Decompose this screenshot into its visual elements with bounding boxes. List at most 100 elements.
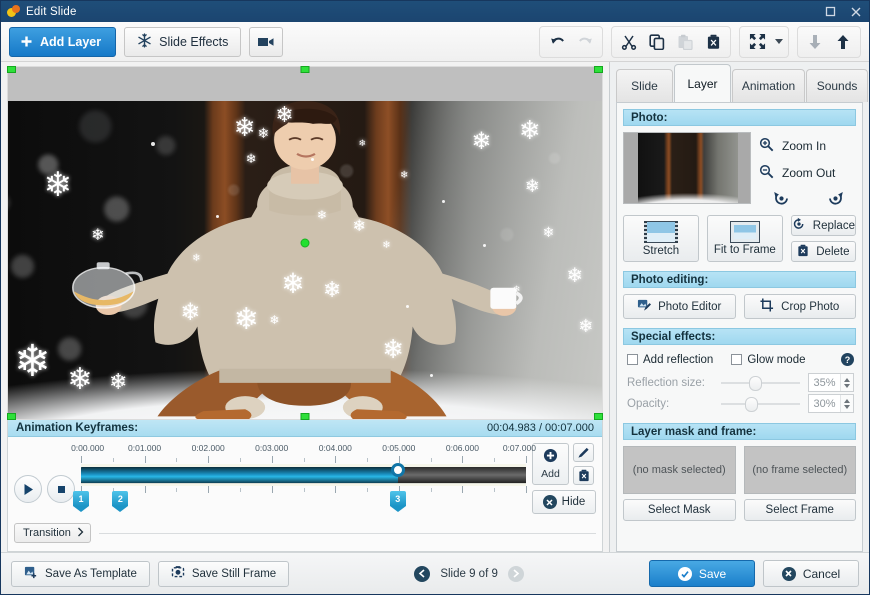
- chevron-right-icon: [77, 527, 84, 540]
- fit-dropdown-button[interactable]: [771, 28, 785, 56]
- add-reflection-checkbox[interactable]: [627, 354, 638, 365]
- selection-handle-br[interactable]: [594, 413, 603, 420]
- photo-editor-icon: [637, 298, 652, 315]
- keyframe-marker[interactable]: 2: [112, 491, 129, 512]
- move-down-button[interactable]: [801, 28, 829, 56]
- glow-mode-checkbox[interactable]: [731, 354, 743, 365]
- save-as-template-button[interactable]: Save As Template: [11, 560, 150, 587]
- selection-handle-tl[interactable]: [7, 66, 16, 73]
- save-button[interactable]: Save: [649, 560, 755, 587]
- keyframes-timeline-area: 0:00.000 0:01.000 0:02.000 0:03.000 0:04.000…: [14, 443, 536, 517]
- tab-layer[interactable]: Layer: [674, 64, 731, 102]
- transition-label: Transition: [23, 527, 71, 539]
- edit-keyframe-button[interactable]: [573, 443, 594, 462]
- slide-preview-canvas[interactable]: ❄ ❄ ❄ ❄ ❄ ❄ ❄ ❄ ❄ ❄ ❄ ❄ ❄ ❄ ❄ ❄ ❄ ❄ ❄ ❄ …: [7, 66, 603, 420]
- opacity-row: Opacity: 30%: [623, 393, 856, 414]
- spinner-arrows[interactable]: [840, 395, 853, 412]
- add-keyframe-button[interactable]: Add: [532, 443, 569, 485]
- pencil-icon: [578, 447, 589, 458]
- photo-editor-button[interactable]: Photo Editor: [623, 294, 736, 319]
- tab-sounds[interactable]: Sounds: [806, 69, 868, 102]
- delete-button[interactable]: [699, 28, 727, 56]
- add-layer-button[interactable]: Add Layer: [9, 26, 117, 57]
- selection-handle-bl[interactable]: [7, 413, 16, 420]
- close-icon[interactable]: [843, 1, 869, 22]
- keyframe-timeline[interactable]: 0:00.000 0:01.000 0:02.000 0:03.000 0:04.000…: [71, 443, 536, 517]
- timeline-track[interactable]: [81, 464, 526, 486]
- next-slide-button[interactable]: [507, 565, 524, 582]
- no-frame-label: (no frame selected): [752, 464, 848, 476]
- ruler-label: 0:00.000: [71, 443, 105, 453]
- save-still-frame-button[interactable]: Save Still Frame: [157, 560, 290, 587]
- cut-button[interactable]: [615, 28, 643, 56]
- crop-photo-button[interactable]: Crop Photo: [743, 294, 856, 319]
- stretch-button[interactable]: Stretch: [623, 215, 699, 262]
- redo-button[interactable]: [571, 28, 599, 56]
- zoom-in-button[interactable]: Zoom In: [759, 132, 856, 159]
- undo-button[interactable]: [543, 28, 571, 56]
- transport-controls: [14, 443, 75, 517]
- paste-button[interactable]: [671, 28, 699, 56]
- rotate-left-button[interactable]: [771, 188, 791, 208]
- fit-to-screen-button[interactable]: [743, 28, 771, 56]
- video-button[interactable]: [249, 26, 284, 57]
- mask-preview[interactable]: (no mask selected): [623, 446, 736, 494]
- zoom-controls: Zoom In Zoom Out: [759, 132, 856, 208]
- play-icon: [24, 483, 33, 495]
- save-as-template-label: Save As Template: [45, 567, 137, 580]
- tab-animation[interactable]: Animation: [732, 69, 806, 102]
- mask-column: (no mask selected) Select Mask: [623, 446, 736, 521]
- keyframe-marker-label: 2: [112, 491, 129, 506]
- window-body: ❄ ❄ ❄ ❄ ❄ ❄ ❄ ❄ ❄ ❄ ❄ ❄ ❄ ❄ ❄ ❄ ❄ ❄ ❄ ❄ …: [1, 62, 869, 552]
- reflection-size-spinner[interactable]: 35%: [808, 373, 854, 392]
- cancel-button[interactable]: Cancel: [763, 560, 859, 587]
- select-frame-button[interactable]: Select Frame: [743, 499, 856, 521]
- frame-preview[interactable]: (no frame selected): [743, 446, 856, 494]
- rotate-controls: [759, 188, 856, 208]
- layer-center-point[interactable]: [300, 238, 310, 248]
- opacity-spinner[interactable]: 30%: [808, 394, 854, 413]
- hide-layer-button[interactable]: Hide: [532, 490, 596, 514]
- trash-icon: [797, 244, 809, 260]
- previous-slide-button[interactable]: [414, 565, 431, 582]
- timeline-playhead[interactable]: [390, 463, 405, 477]
- rotate-right-button[interactable]: [825, 188, 845, 208]
- add-layer-label: Add Layer: [40, 34, 102, 49]
- zoom-out-button[interactable]: Zoom Out: [759, 159, 856, 186]
- photo-thumbnail[interactable]: [623, 132, 751, 204]
- delete-photo-button[interactable]: Delete: [790, 241, 856, 262]
- select-mask-button[interactable]: Select Mask: [623, 499, 736, 521]
- slide-effects-button[interactable]: Slide Effects: [124, 26, 242, 57]
- save-still-frame-label: Save Still Frame: [191, 567, 277, 580]
- replace-button[interactable]: Replace: [790, 215, 856, 236]
- move-up-button[interactable]: [829, 28, 857, 56]
- close-circle-icon: [781, 566, 796, 581]
- delete-keyframe-button[interactable]: [573, 466, 594, 485]
- keyframe-marker[interactable]: 1: [73, 491, 89, 512]
- rotate-right-icon: [828, 191, 843, 204]
- stop-button[interactable]: [47, 475, 75, 503]
- glow-mode-label[interactable]: Glow mode: [747, 354, 805, 366]
- selection-handle-tc[interactable]: [300, 66, 310, 73]
- spinner-arrows[interactable]: [840, 374, 853, 391]
- timeline-ticks-top: [81, 456, 527, 464]
- copy-button[interactable]: [643, 28, 671, 56]
- opacity-slider[interactable]: [721, 395, 800, 413]
- tab-slide[interactable]: Slide: [616, 69, 673, 102]
- transition-button[interactable]: Transition: [14, 523, 91, 543]
- selection-handle-tr[interactable]: [594, 66, 603, 73]
- add-reflection-label[interactable]: Add reflection: [643, 354, 713, 366]
- stop-icon: [57, 485, 65, 493]
- keyframe-marker[interactable]: 3: [389, 491, 406, 512]
- no-mask-label: (no mask selected): [632, 464, 726, 476]
- tab-label: Slide: [631, 79, 658, 93]
- reflection-size-slider[interactable]: [721, 374, 800, 392]
- title-bar: Edit Slide: [1, 1, 869, 22]
- fit-to-frame-button[interactable]: Fit to Frame: [706, 215, 783, 262]
- help-icon[interactable]: ?: [841, 353, 854, 366]
- play-button[interactable]: [14, 475, 42, 503]
- selection-handle-bc[interactable]: [300, 413, 310, 420]
- add-keyframe-label: Add: [541, 468, 560, 480]
- photo-layer[interactable]: ❄ ❄ ❄ ❄ ❄ ❄ ❄ ❄ ❄ ❄ ❄ ❄ ❄ ❄ ❄ ❄ ❄ ❄ ❄ ❄ …: [8, 101, 602, 419]
- maximize-icon[interactable]: [817, 1, 843, 22]
